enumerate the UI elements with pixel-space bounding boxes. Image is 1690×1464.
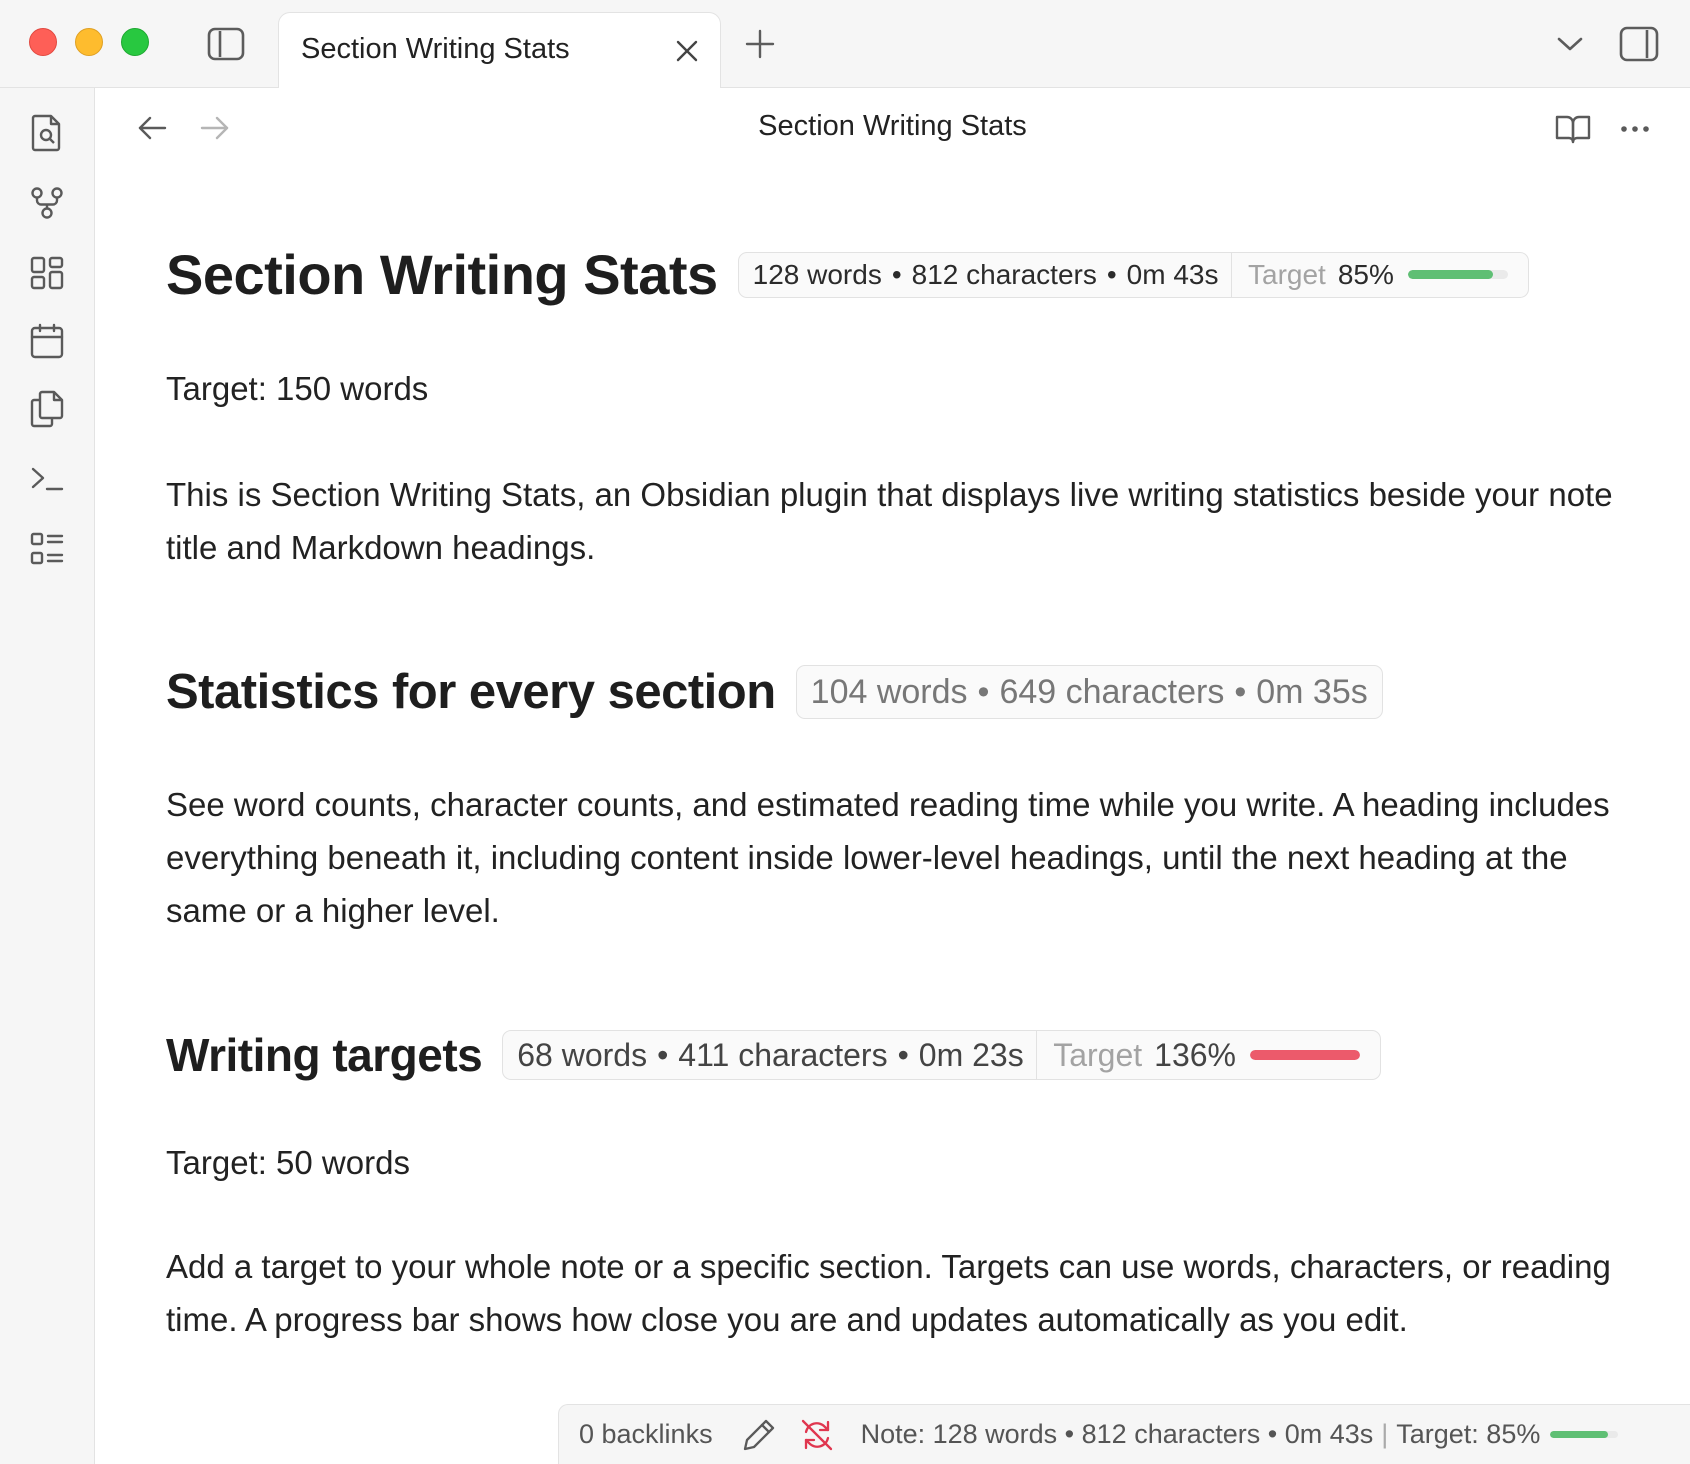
calendar-icon[interactable] <box>24 318 70 364</box>
window-zoom-button[interactable] <box>121 28 149 56</box>
target-progress-fill <box>1250 1050 1360 1060</box>
sync-disabled-icon[interactable] <box>797 1415 837 1455</box>
separator-dot: • <box>657 1036 669 1073</box>
word-count: 104 words <box>810 672 968 711</box>
char-count: 649 characters <box>999 672 1225 711</box>
edit-pencil-icon[interactable] <box>739 1415 779 1455</box>
badge-divider <box>1035 1031 1038 1079</box>
section-heading-row: Writing targets 68 words • 411 character… <box>166 1028 1381 1082</box>
tab-close-icon[interactable] <box>667 31 707 71</box>
left-ribbon <box>0 88 95 1464</box>
navigate-forward-arrow-icon[interactable] <box>195 108 235 148</box>
target-label: Target <box>1248 258 1326 290</box>
tab-active[interactable]: Section Writing Stats <box>278 12 721 89</box>
section-stats-badge: 104 words • 649 characters • 0m 35s <box>795 665 1383 719</box>
section-target-line: Target: 50 words <box>166 1144 410 1181</box>
separator-dot: • <box>897 1036 909 1073</box>
title-bar: Section Writing Stats <box>0 0 1690 89</box>
note-title-row: Section Writing Stats 128 words • 812 ch… <box>166 242 1529 307</box>
section-heading[interactable]: Statistics for every section <box>166 664 776 720</box>
note-stats-status: Note: 128 words • 812 characters • 0m 43… <box>861 1419 1625 1450</box>
backlinks-count[interactable]: 0 backlinks <box>579 1419 713 1450</box>
window-close-button[interactable] <box>29 28 57 56</box>
word-count: 128 words <box>752 258 882 290</box>
target-progress-bar <box>1250 1050 1360 1060</box>
char-count: 812 characters <box>911 258 1097 290</box>
pipe-separator: | <box>1381 1419 1389 1449</box>
window-minimize-button[interactable] <box>75 28 103 56</box>
new-tab-plus-icon[interactable] <box>740 24 780 64</box>
status-bar: 0 backlinks Note: 128 words • 812 charac… <box>558 1404 1690 1464</box>
reading-time: 0m 43s <box>1126 258 1219 290</box>
graph-view-icon[interactable] <box>24 180 70 226</box>
status-progress-fill <box>1550 1431 1609 1438</box>
view-title[interactable]: Section Writing Stats <box>600 110 1185 143</box>
badge-divider <box>1230 252 1232 297</box>
target-percent: 136% <box>1154 1036 1236 1073</box>
section-paragraph: See word counts, character counts, and e… <box>166 786 1610 929</box>
separator-dot: • <box>1106 258 1117 290</box>
canvas-icon[interactable] <box>24 250 70 296</box>
right-sidebar-toggle-icon[interactable] <box>1616 22 1662 66</box>
outline-list-icon[interactable] <box>24 526 70 572</box>
target-progress-bar <box>1407 270 1508 279</box>
target-label: Target <box>1053 1036 1143 1073</box>
separator-dot: • <box>1234 672 1247 711</box>
section-stats-badge: 68 words • 411 characters • 0m 23s Targe… <box>502 1030 1381 1080</box>
char-count: 411 characters <box>678 1036 888 1073</box>
note-stats-badge: 128 words • 812 characters • 0m 43s Targ… <box>737 251 1529 298</box>
word-count: 68 words <box>517 1036 648 1073</box>
left-sidebar-toggle-icon[interactable] <box>204 24 248 64</box>
section-heading[interactable]: Writing targets <box>166 1028 483 1082</box>
target-progress-fill <box>1407 270 1493 279</box>
section-paragraph: Add a target to your whole note or a spe… <box>166 1248 1611 1338</box>
note-target-line: Target: 150 words <box>166 370 429 407</box>
command-palette-terminal-icon[interactable] <box>24 456 70 502</box>
separator-dot: • <box>977 672 990 711</box>
target-percent: 85% <box>1337 258 1394 290</box>
reading-view-book-icon[interactable] <box>1550 106 1596 152</box>
separator-dot: • <box>891 258 902 290</box>
section-heading-row: Statistics for every section 104 words •… <box>166 664 1383 720</box>
note-target-text: Target: 85% <box>1396 1419 1541 1449</box>
tab-list-chevron-down-icon[interactable] <box>1550 24 1590 64</box>
status-progress-bar <box>1550 1431 1619 1438</box>
reading-time: 0m 23s <box>918 1036 1024 1073</box>
tab-title: Section Writing Stats <box>301 33 570 65</box>
note-stats-text: Note: 128 words • 812 characters • 0m 43… <box>860 1419 1374 1449</box>
reading-time: 0m 35s <box>1256 672 1368 711</box>
more-options-ellipsis-icon[interactable] <box>1612 106 1658 152</box>
navigate-back-arrow-icon[interactable] <box>132 108 172 148</box>
search-file-icon[interactable] <box>24 110 70 156</box>
templates-copy-icon[interactable] <box>24 386 70 432</box>
note-title[interactable]: Section Writing Stats <box>166 242 718 307</box>
intro-paragraph: This is Section Writing Stats, an Obsidi… <box>166 476 1613 566</box>
